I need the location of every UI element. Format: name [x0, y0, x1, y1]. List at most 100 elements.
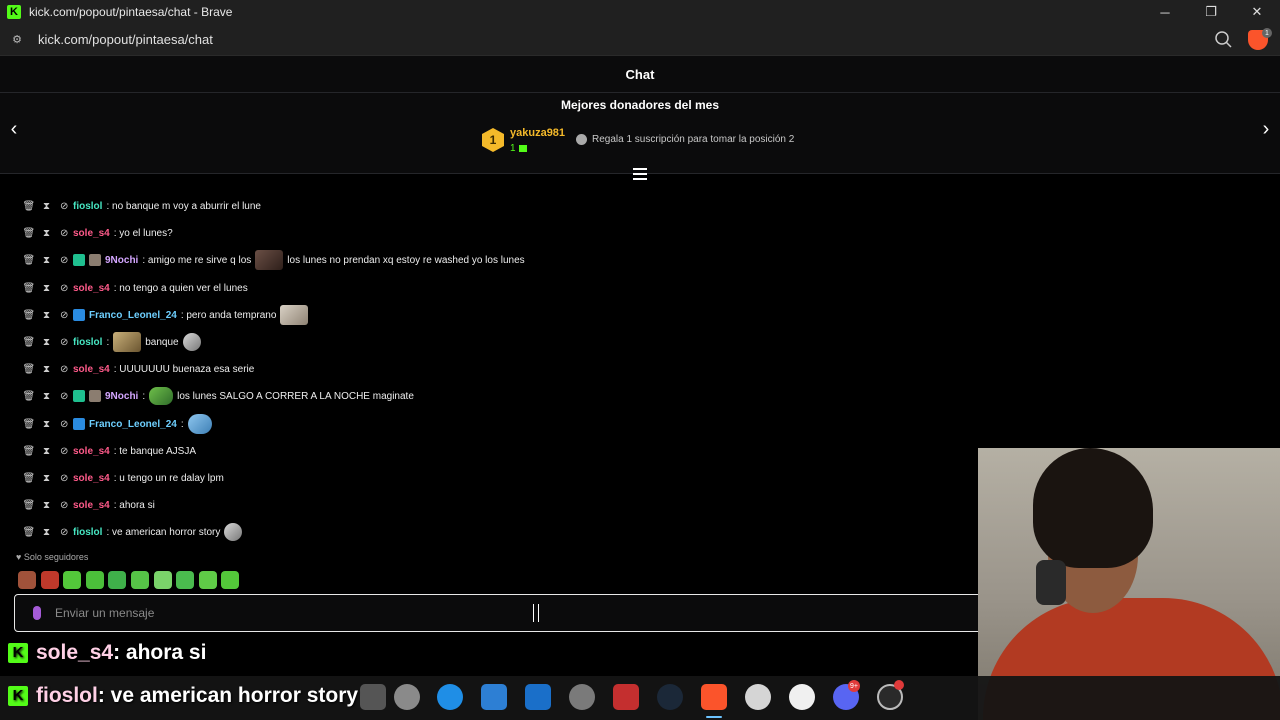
- quick-emote[interactable]: [85, 571, 104, 589]
- hourglass-icon[interactable]: ⧗: [38, 419, 56, 430]
- chat-username[interactable]: fioslol: [73, 527, 102, 538]
- mod-actions: 🗑 ⧗ ⊘: [20, 446, 73, 457]
- trash-icon[interactable]: 🗑: [20, 419, 38, 430]
- steam-icon[interactable]: [657, 684, 683, 710]
- chat-username[interactable]: Franco_Leonel_24: [89, 419, 177, 430]
- ban-icon[interactable]: ⊘: [55, 391, 73, 402]
- window-controls: ─ ❐ ✕: [1142, 0, 1280, 24]
- trash-icon[interactable]: 🗑: [20, 310, 38, 321]
- chevron-right-icon[interactable]: ›: [1256, 118, 1276, 140]
- overlay-chat-line: Kfioslol: ve american horror story: [8, 684, 358, 708]
- hourglass-icon[interactable]: ⧗: [38, 201, 56, 212]
- trash-icon[interactable]: 🗑: [20, 255, 38, 266]
- emote-image: [187, 414, 212, 434]
- chat-username[interactable]: sole_s4: [73, 364, 110, 375]
- chat-username[interactable]: fioslol: [73, 337, 102, 348]
- hourglass-icon[interactable]: ⧗: [38, 310, 56, 321]
- chat-username[interactable]: sole_s4: [73, 446, 110, 457]
- trash-icon[interactable]: 🗑: [20, 391, 38, 402]
- hourglass-icon[interactable]: ⧗: [38, 446, 56, 457]
- chat-text: los lunes SALGO A CORRER A LA NOCHE magi…: [177, 390, 414, 402]
- ban-icon[interactable]: ⊘: [55, 337, 73, 348]
- ban-icon[interactable]: ⊘: [55, 310, 73, 321]
- store-icon[interactable]: [481, 684, 507, 710]
- ban-icon[interactable]: ⊘: [55, 527, 73, 538]
- chat-username[interactable]: sole_s4: [73, 500, 110, 511]
- trash-icon[interactable]: 🗑: [20, 446, 38, 457]
- hourglass-icon[interactable]: ⧗: [38, 473, 56, 484]
- quick-emote[interactable]: [221, 571, 240, 589]
- chat-input-box: [14, 594, 994, 632]
- trash-icon[interactable]: 🗑: [20, 473, 38, 484]
- chat-message: 🗑 ⧗ ⊘ sole_s4: u tengo un re dalay lpm: [20, 468, 223, 488]
- microphone-icon[interactable]: [33, 606, 41, 620]
- trash-icon[interactable]: 🗑: [20, 527, 38, 538]
- quick-emote[interactable]: [18, 571, 36, 589]
- hourglass-icon[interactable]: ⧗: [38, 283, 56, 294]
- ban-icon[interactable]: ⊘: [55, 255, 73, 266]
- hourglass-icon[interactable]: ⧗: [38, 337, 56, 348]
- settings-icon[interactable]: [569, 684, 595, 710]
- chat-username[interactable]: 9Nochi: [105, 255, 138, 266]
- trash-icon[interactable]: 🗑: [20, 228, 38, 239]
- quick-emote[interactable]: [40, 571, 59, 589]
- site-info-icon[interactable]: ⚙: [10, 33, 24, 47]
- chat-username[interactable]: Franco_Leonel_24: [89, 310, 177, 321]
- quick-emote[interactable]: [63, 571, 82, 589]
- trash-icon[interactable]: 🗑: [20, 201, 38, 212]
- hourglass-icon[interactable]: ⧗: [38, 364, 56, 375]
- ban-icon[interactable]: ⊘: [55, 500, 73, 511]
- close-button[interactable]: ✕: [1234, 0, 1280, 24]
- taskbar-app-icon[interactable]: [745, 684, 771, 710]
- voicemeeter-icon[interactable]: [613, 684, 639, 710]
- quick-emote[interactable]: [153, 571, 172, 589]
- chevron-left-icon[interactable]: ‹: [4, 118, 24, 140]
- maximize-button[interactable]: ❐: [1188, 0, 1234, 24]
- zoom-icon[interactable]: [1214, 30, 1234, 50]
- ban-icon[interactable]: ⊘: [55, 419, 73, 430]
- hourglass-icon[interactable]: ⧗: [38, 527, 56, 538]
- chat-username[interactable]: fioslol: [73, 201, 102, 212]
- overlay-text: : ahora si: [113, 641, 207, 664]
- mail-icon[interactable]: [525, 684, 551, 710]
- quick-emote[interactable]: [198, 571, 217, 589]
- chat-username[interactable]: sole_s4: [73, 473, 110, 484]
- ban-icon[interactable]: ⊘: [55, 283, 73, 294]
- quick-emote[interactable]: [130, 571, 149, 589]
- chat-message: 🗑 ⧗ ⊘ 9Nochi: los lunes SALGO A CORRER A L…: [20, 386, 414, 406]
- hourglass-icon[interactable]: ⧗: [38, 391, 56, 402]
- edge-icon[interactable]: [437, 684, 463, 710]
- chat-text: : no tengo a quien ver el lunes: [113, 282, 248, 294]
- ban-icon[interactable]: ⊘: [55, 473, 73, 484]
- minimize-button[interactable]: ─: [1142, 0, 1188, 24]
- ban-icon[interactable]: ⊘: [55, 201, 73, 212]
- chat-username[interactable]: sole_s4: [73, 283, 110, 294]
- quick-emote[interactable]: [108, 571, 127, 589]
- trash-icon[interactable]: 🗑: [20, 364, 38, 375]
- ban-icon[interactable]: ⊘: [55, 446, 73, 457]
- trash-icon[interactable]: 🗑: [20, 283, 38, 294]
- chat-message: 🗑 ⧗ ⊘ Franco_Leonel_24:: [20, 414, 216, 434]
- taskbar-app-icon[interactable]: [394, 684, 420, 710]
- quick-emote[interactable]: [176, 571, 195, 589]
- custom-badge: [89, 390, 101, 402]
- chat-username[interactable]: sole_s4: [73, 228, 110, 239]
- taskbar-app-icon[interactable]: [360, 684, 386, 710]
- skull-app-icon[interactable]: [789, 684, 815, 710]
- hourglass-icon[interactable]: ⧗: [38, 255, 56, 266]
- emote-image: [149, 387, 174, 405]
- chat-messages: 🗑 ⧗ ⊘ fioslol: no banque m voy a aburrir e…: [0, 174, 978, 546]
- hourglass-icon[interactable]: ⧗: [38, 228, 56, 239]
- hourglass-icon[interactable]: ⧗: [38, 500, 56, 511]
- mod-actions: 🗑 ⧗ ⊘: [20, 255, 73, 266]
- trash-icon[interactable]: 🗑: [20, 500, 38, 511]
- ban-icon[interactable]: ⊘: [55, 364, 73, 375]
- chat-message-input[interactable]: [55, 606, 855, 620]
- trash-icon[interactable]: 🗑: [20, 337, 38, 348]
- donor-name[interactable]: yakuza981: [510, 127, 565, 139]
- chat-username[interactable]: 9Nochi: [105, 391, 138, 402]
- brave-icon[interactable]: [701, 684, 727, 710]
- chat-message: 🗑 ⧗ ⊘ 9Nochi: amigo me re sirve q los los …: [20, 250, 525, 270]
- url-text[interactable]: kick.com/popout/pintaesa/chat: [38, 32, 213, 47]
- ban-icon[interactable]: ⊘: [55, 228, 73, 239]
